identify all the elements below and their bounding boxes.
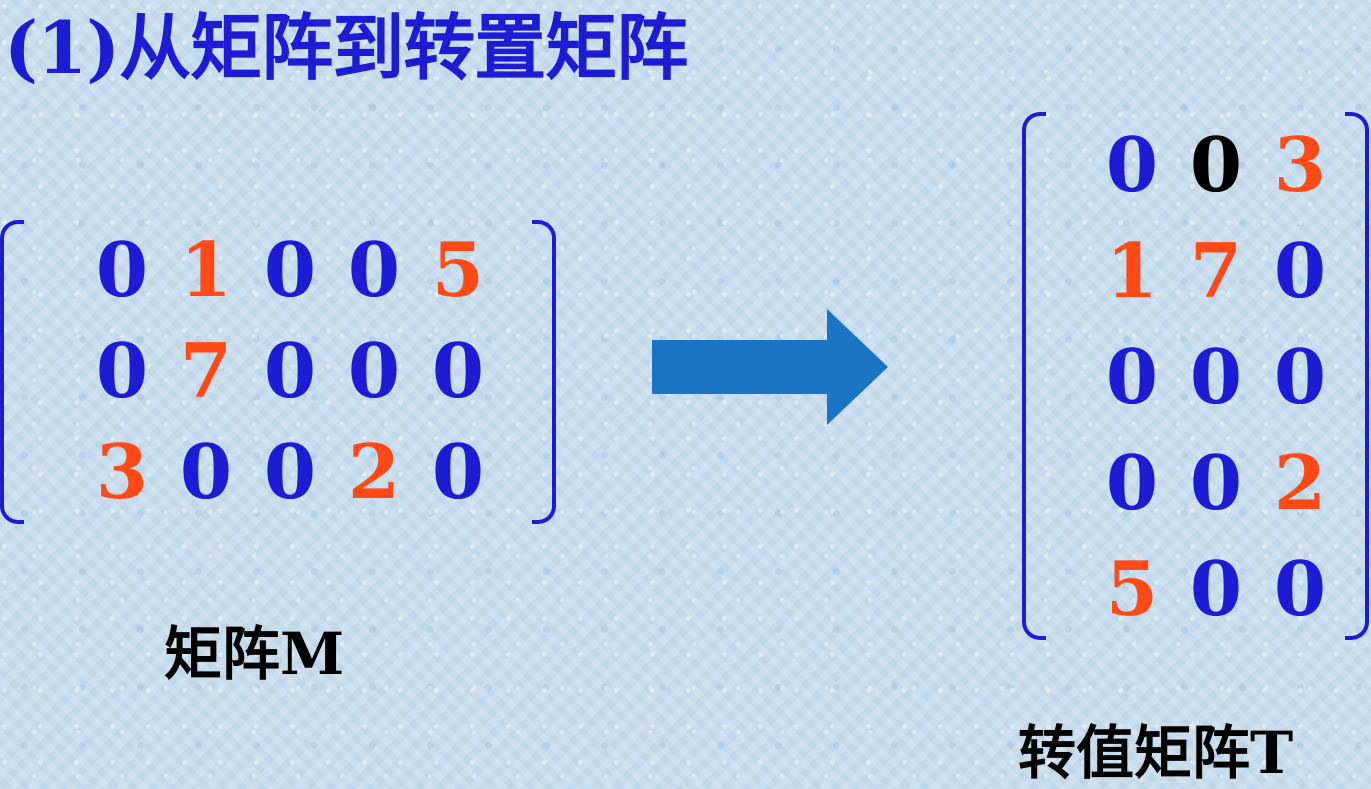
matrix-t-cell-r4-c3: 2: [1273, 438, 1327, 527]
matrix-m-cell-r1-c4: 0: [347, 226, 401, 314]
matrix-t-cell-r5-c2: 0: [1189, 544, 1243, 633]
matrix-m-left-bracket: [0, 220, 24, 524]
matrix-m-cell-r3-c4: 2: [347, 428, 401, 516]
matrix-m-cell-r2-c5: 0: [431, 327, 485, 415]
matrix-m-cell-r1-c2: 1: [179, 226, 233, 314]
matrix-t-cell-r2-c1: 1: [1105, 226, 1159, 315]
matrix-t: 003170000002500: [1022, 112, 1369, 640]
matrix-m-cell-r1-c3: 0: [263, 226, 317, 314]
matrix-t-cell-r4-c1: 0: [1105, 438, 1159, 527]
matrix-m-cell-r3-c5: 0: [431, 428, 485, 516]
matrix-t-cell-r1-c1: 0: [1105, 120, 1159, 209]
matrix-m-cell-r2-c2: 7: [179, 327, 233, 415]
matrix-t-caption: 转值矩阵T: [1018, 719, 1294, 787]
matrix-m-cell-r3-c1: 3: [95, 428, 149, 516]
matrix-t-cell-r1-c2: 0: [1189, 120, 1243, 209]
matrix-t-left-bracket: [1022, 112, 1046, 640]
page-title: (1)从矩阵到转置矩阵: [4, 5, 688, 90]
matrix-m-cell-r3-c2: 0: [179, 428, 233, 516]
matrix-m-cell-r2-c3: 0: [263, 327, 317, 415]
matrix-t-cell-r4-c2: 0: [1189, 438, 1243, 527]
matrix-t-cell-r3-c3: 0: [1273, 332, 1327, 421]
matrix-t-grid: 003170000002500: [1090, 112, 1342, 640]
matrix-t-cell-r3-c1: 0: [1105, 332, 1159, 421]
matrix-t-cell-r5-c3: 0: [1273, 544, 1327, 633]
matrix-t-cell-r2-c3: 0: [1273, 226, 1327, 315]
matrix-t-cell-r2-c2: 7: [1189, 226, 1243, 315]
matrix-m-caption: 矩阵M: [164, 620, 345, 688]
matrix-m-cell-r3-c3: 0: [263, 428, 317, 516]
matrix-t-cell-r5-c1: 5: [1105, 544, 1159, 633]
matrix-m-grid: 010050700030020: [80, 220, 500, 524]
matrix-m-cell-r1-c5: 5: [431, 226, 485, 314]
matrix-t-cell-r1-c3: 3: [1273, 120, 1327, 209]
matrix-m-cell-r2-c1: 0: [95, 327, 149, 415]
matrix-m-right-bracket: [532, 220, 556, 524]
matrix-t-right-bracket: [1345, 112, 1369, 640]
matrix-m: 010050700030020: [0, 220, 556, 524]
matrix-m-cell-r2-c4: 0: [347, 327, 401, 415]
matrix-t-cell-r3-c2: 0: [1189, 332, 1243, 421]
matrix-m-cell-r1-c1: 0: [95, 226, 149, 314]
arrow-shape: [652, 309, 888, 425]
arrow-icon: [652, 309, 888, 425]
